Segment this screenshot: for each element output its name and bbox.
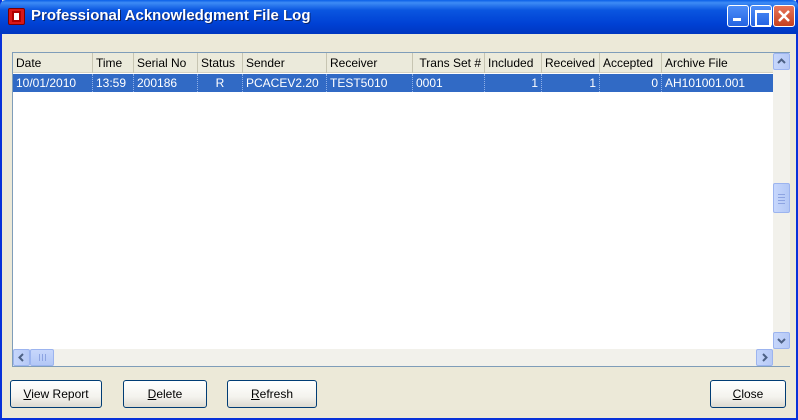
cell-archive-file: AH101001.001 — [665, 76, 746, 90]
scroll-right-button[interactable] — [756, 349, 773, 366]
acknowledgment-log-window: Professional Acknowledgment File Log Dat… — [0, 0, 798, 420]
cell-trans-set: 0001 — [413, 74, 485, 92]
window-title: Professional Acknowledgment File Log — [31, 7, 311, 24]
column-header-archive-file[interactable]: Archive File — [662, 53, 773, 73]
column-header-received[interactable]: Received — [542, 53, 600, 73]
chevron-up-icon — [777, 58, 786, 64]
cell-status: R — [198, 74, 243, 92]
column-header-trans-set[interactable]: Trans Set # — [413, 53, 485, 73]
column-header-date[interactable]: Date — [13, 53, 93, 73]
refresh-label: efresh — [259, 387, 294, 401]
file-log-list[interactable]: Date Time Serial No Status Sender Receiv… — [12, 52, 790, 367]
vertical-scrollbar[interactable] — [773, 53, 790, 349]
column-header-serial-no[interactable]: Serial No — [134, 53, 198, 73]
cell-date: 10/01/2010 — [13, 74, 93, 92]
close-icon — [778, 10, 790, 22]
column-header-receiver[interactable]: Receiver — [327, 53, 413, 73]
vertical-scroll-thumb[interactable] — [773, 183, 790, 213]
delete-label: elete — [156, 387, 183, 401]
app-icon[interactable] — [8, 8, 25, 25]
minimize-button[interactable] — [727, 5, 749, 27]
delete-mnemonic: D — [147, 387, 157, 401]
cell-time: 13:59 — [93, 74, 134, 92]
column-header-status[interactable]: Status — [198, 53, 243, 73]
scroll-up-button[interactable] — [773, 53, 790, 70]
column-header-accepted[interactable]: Accepted — [600, 53, 662, 73]
close-window-button[interactable] — [773, 5, 795, 27]
close-button[interactable]: Close — [710, 380, 786, 408]
column-header-included[interactable]: Included — [485, 53, 542, 73]
horizontal-scrollbar[interactable] — [13, 349, 773, 366]
column-header-time[interactable]: Time — [93, 53, 134, 73]
cell-sender: PCACEV2.20 — [243, 74, 327, 92]
cell-receiver: TEST5010 — [327, 74, 413, 92]
horizontal-scroll-thumb[interactable] — [30, 349, 54, 366]
chevron-left-icon — [18, 353, 24, 362]
table-row[interactable]: 10/01/2010 13:59 200186 R PCACEV2.20 TES… — [13, 74, 773, 92]
scroll-down-button[interactable] — [773, 332, 790, 349]
maximize-button[interactable] — [750, 5, 772, 27]
view-report-button[interactable]: View Report — [10, 380, 102, 408]
cell-accepted: 0 — [600, 74, 662, 92]
scrollbar-corner — [773, 349, 790, 366]
cell-serial-no: 200186 — [134, 74, 198, 92]
cell-included: 1 — [485, 74, 542, 92]
column-header-sender[interactable]: Sender — [243, 53, 327, 73]
delete-button[interactable]: Delete — [123, 380, 207, 408]
chevron-down-icon — [777, 338, 786, 344]
title-bar[interactable]: Professional Acknowledgment File Log — [0, 0, 798, 34]
view-report-label: iew Report — [31, 387, 89, 401]
refresh-button[interactable]: Refresh — [227, 380, 317, 408]
list-header: Date Time Serial No Status Sender Receiv… — [13, 53, 773, 73]
cell-received: 1 — [542, 74, 600, 92]
close-label: lose — [741, 387, 764, 401]
chevron-right-icon — [762, 353, 768, 362]
scroll-left-button[interactable] — [13, 349, 30, 366]
refresh-mnemonic: R — [250, 387, 260, 401]
